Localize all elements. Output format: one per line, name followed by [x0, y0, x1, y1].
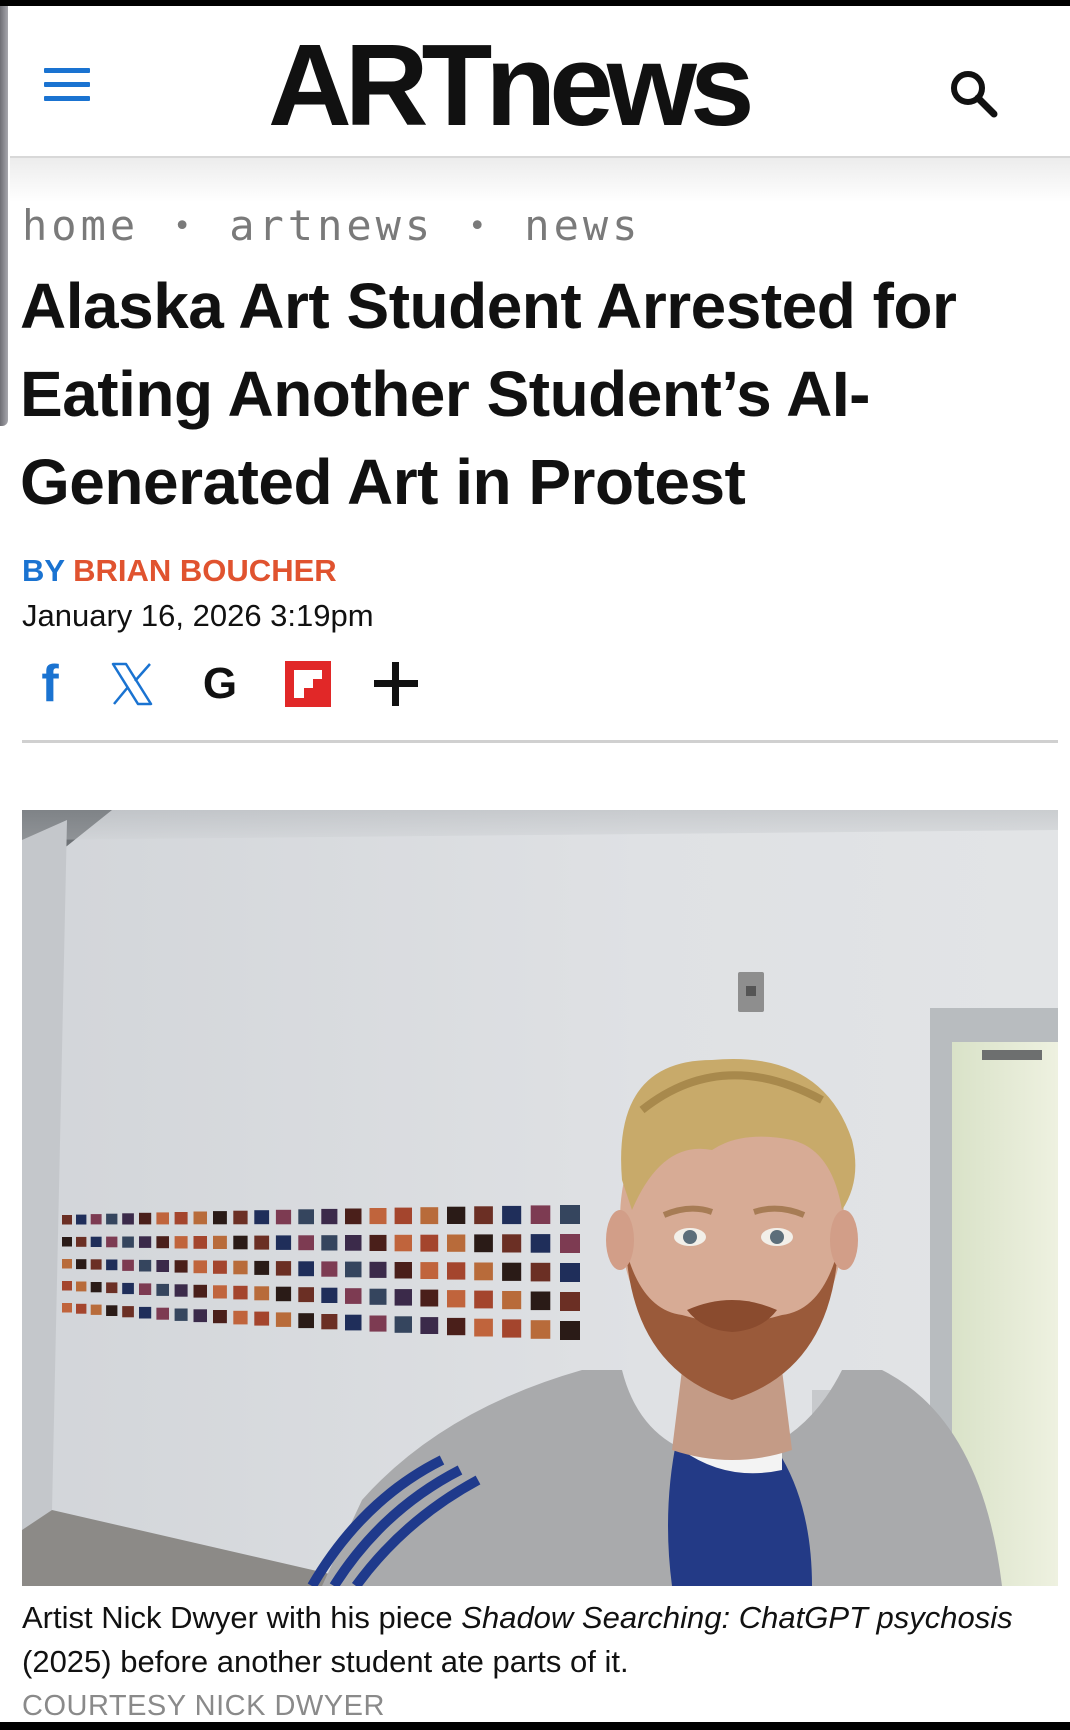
search-icon[interactable] [946, 66, 1006, 126]
publish-date: January 16, 2026 3:19pm [22, 598, 374, 633]
google-glyph: G [202, 659, 238, 708]
edge-scroll-indicator [0, 6, 8, 426]
breadcrumb: home • artnews • news [22, 198, 641, 258]
facebook-glyph: f [41, 655, 59, 713]
caption-text: Artist Nick Dwyer with his piece [22, 1600, 462, 1635]
article-photo [22, 810, 1058, 1586]
facebook-icon[interactable]: f [22, 656, 78, 712]
photo-credit: COURTESY NICK DWYER [22, 1690, 385, 1722]
divider [22, 740, 1058, 743]
byline-prefix: BY [22, 553, 65, 588]
author-link[interactable]: BRIAN BOUCHER [73, 553, 337, 588]
breadcrumb-news[interactable]: news [524, 201, 641, 250]
artnews-logo[interactable]: ARTnews [268, 27, 788, 143]
flipboard-icon[interactable] [280, 656, 336, 712]
byline: BY BRIAN BOUCHER [22, 552, 337, 590]
caption-text-end: (2025) before another student ate parts … [22, 1644, 629, 1679]
breadcrumb-separator: • [173, 209, 196, 244]
site-header: ARTnews [10, 6, 1070, 158]
share-row: f G [22, 656, 442, 712]
google-icon[interactable]: G [192, 656, 248, 712]
photo-caption: Artist Nick Dwyer with his piece Shadow … [22, 1596, 1058, 1684]
hamburger-menu-icon[interactable] [44, 68, 94, 108]
breadcrumb-artnews[interactable]: artnews [229, 201, 434, 250]
x-icon[interactable] [104, 656, 160, 712]
bottom-strip [0, 1722, 1070, 1730]
article-headline: Alaska Art Student Arrested for Eating A… [20, 270, 957, 518]
plus-icon[interactable] [368, 656, 424, 712]
breadcrumb-separator: • [468, 209, 491, 244]
caption-artwork-title: Shadow Searching: ChatGPT psychosis [461, 1600, 1013, 1635]
subheader-band [10, 158, 1070, 202]
breadcrumb-home[interactable]: home [22, 201, 139, 250]
